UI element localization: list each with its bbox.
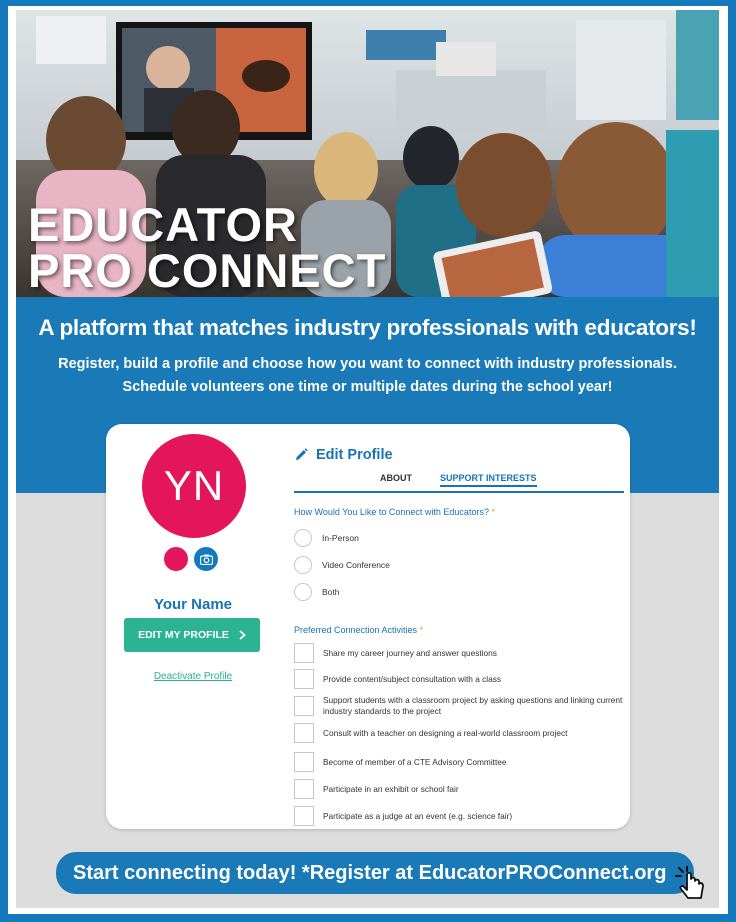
- tagline: A platform that matches industry profess…: [38, 315, 697, 340]
- profile-name: Your Name: [153, 596, 233, 613]
- cta-text: Start connecting today! *Register at Edu…: [73, 861, 667, 884]
- activity-label: Support students with a classroom projec…: [323, 695, 623, 716]
- hero-classroom-photo: EDUCATOR PRO CONNECT: [16, 10, 719, 297]
- checkbox[interactable]: [294, 723, 314, 743]
- option-in-person[interactable]: In-Person: [294, 528, 359, 548]
- activity-label: Become of member of a CTE Advisory Commi…: [323, 756, 507, 767]
- checkbox[interactable]: [294, 696, 314, 716]
- checkbox[interactable]: [294, 806, 314, 826]
- activity-item[interactable]: Participate as a judge at an event (e.g.…: [294, 806, 624, 826]
- option-label: Video Conference: [322, 560, 390, 570]
- activity-item[interactable]: Share my career journey and answer quest…: [294, 643, 624, 663]
- activity-label: Participate as a judge at an event (e.g.…: [323, 810, 513, 821]
- activity-item[interactable]: Consult with a teacher on designing a re…: [294, 723, 624, 743]
- activity-label: Provide content/subject consultation wit…: [323, 673, 502, 684]
- edit-my-profile-button[interactable]: EDIT MY PROFILE: [124, 618, 260, 652]
- checkbox[interactable]: [294, 752, 314, 772]
- profile-tabs: ABOUT SUPPORT INTERESTS: [294, 471, 624, 493]
- hero-title: EDUCATOR PRO CONNECT: [28, 198, 387, 297]
- hero-title-line2: PRO CONNECT: [28, 244, 387, 297]
- option-video-conference[interactable]: Video Conference: [294, 555, 390, 575]
- activity-item[interactable]: Become of member of a CTE Advisory Commi…: [294, 752, 624, 772]
- chevron-right-icon: [239, 630, 246, 640]
- camera-icon: [199, 554, 213, 565]
- activity-item[interactable]: Provide content/subject consultation wit…: [294, 669, 624, 689]
- camera-button[interactable]: [194, 547, 218, 571]
- edit-my-profile-label: EDIT MY PROFILE: [138, 629, 229, 641]
- activities-title: Preferred Connection Activities *: [294, 625, 423, 635]
- description-line2: Schedule volunteers one time or multiple…: [122, 379, 613, 395]
- activity-label: Participate in an exhibit or school fair: [323, 783, 459, 794]
- hand-pointer-icon: [675, 866, 704, 899]
- activity-item[interactable]: Participate in an exhibit or school fair: [294, 779, 624, 799]
- description: Register, build a profile and choose how…: [16, 353, 719, 399]
- activity-item[interactable]: Support students with a classroom projec…: [294, 695, 624, 717]
- activity-label: Consult with a teacher on designing a re…: [323, 727, 568, 738]
- register-cta-banner[interactable]: Start connecting today! *Register at Edu…: [56, 852, 694, 894]
- activities-title-text: Preferred Connection Activities: [294, 625, 418, 635]
- description-line1: Register, build a profile and choose how…: [58, 356, 677, 372]
- required-star: *: [419, 625, 424, 635]
- profile-card: YN Your Name EDIT MY PROFILE Deactivate …: [106, 424, 630, 829]
- tab-support-interests[interactable]: SUPPORT INTERESTS: [440, 473, 537, 487]
- checkbox[interactable]: [294, 643, 314, 663]
- connect-question: How Would You Like to Connect with Educa…: [294, 507, 495, 517]
- edit-profile-title: Edit Profile: [316, 447, 393, 463]
- option-both[interactable]: Both: [294, 582, 340, 602]
- connect-question-text: How Would You Like to Connect with Educa…: [294, 507, 489, 517]
- required-star: *: [491, 507, 495, 517]
- radio-button[interactable]: [294, 556, 312, 574]
- checkbox[interactable]: [294, 669, 314, 689]
- edit-profile-heading: Edit Profile: [294, 447, 393, 463]
- pencil-icon: [296, 448, 308, 460]
- radio-button[interactable]: [294, 583, 312, 601]
- avatar-color-swatch[interactable]: [164, 547, 188, 571]
- radio-button[interactable]: [294, 529, 312, 547]
- tab-about[interactable]: ABOUT: [380, 473, 412, 483]
- option-label: In-Person: [322, 533, 359, 543]
- avatar: YN: [142, 434, 246, 538]
- checkbox[interactable]: [294, 779, 314, 799]
- deactivate-profile-link[interactable]: Deactivate Profile: [106, 671, 280, 682]
- hero-title-line1: EDUCATOR: [28, 198, 298, 251]
- option-label: Both: [322, 587, 340, 597]
- activity-label: Share my career journey and answer quest…: [323, 647, 497, 658]
